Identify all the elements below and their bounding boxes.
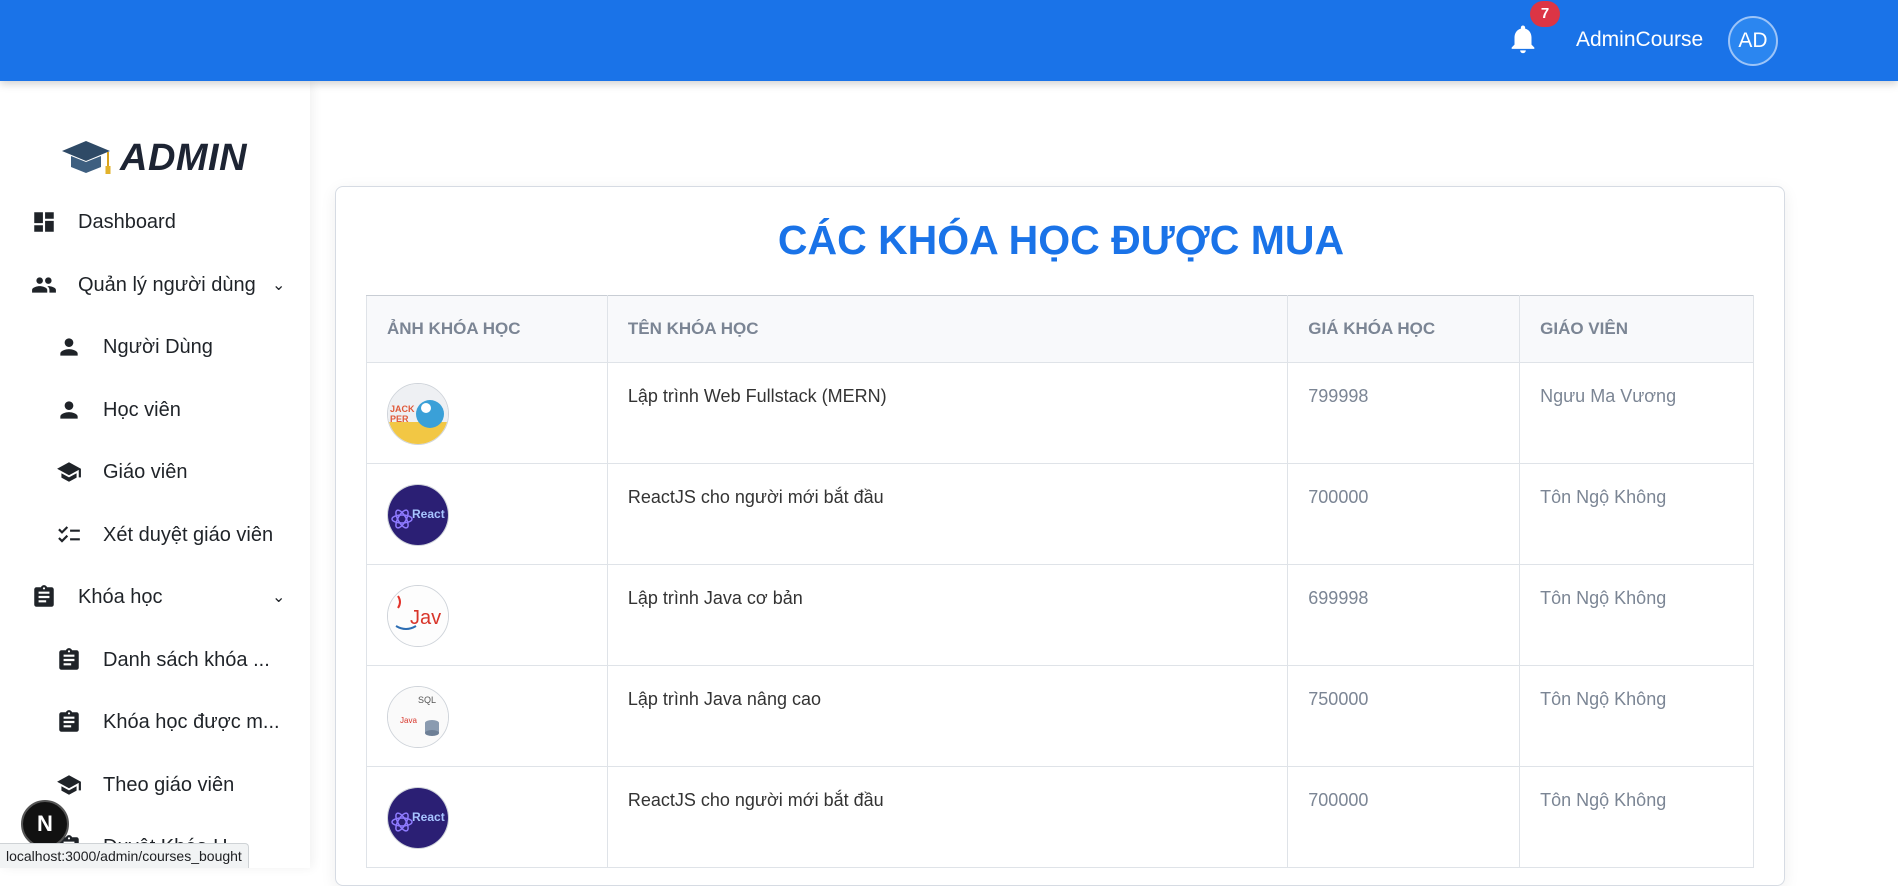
graduation-cap-icon (62, 141, 111, 174)
logo-text: ADMIN (120, 136, 248, 179)
course-teacher: Tôn Ngộ Không (1519, 665, 1754, 767)
course-name: Lập trình Java cơ bản (606, 564, 1289, 666)
sidebar: ADMIN Dashboard Quản lý người dùng ⌄ Ngư… (0, 81, 310, 868)
course-teacher: Tôn Ngộ Không (1519, 564, 1754, 666)
sidebar-item-courses[interactable]: Khóa học ⌄ (0, 576, 300, 618)
sidebar-item-students[interactable]: Học viên (0, 389, 300, 431)
school-icon (55, 458, 83, 486)
page-title: CÁC KHÓA HỌC ĐƯỢC MUA (777, 217, 1345, 263)
course-name: Lập trình Java nâng cao (606, 665, 1289, 767)
checklist-icon (55, 521, 83, 549)
column-header-price: GIÁ KHÓA HỌC (1287, 295, 1521, 363)
sidebar-item-user-management[interactable]: Quản lý người dùng ⌄ (0, 264, 300, 306)
column-header-teacher: GIÁO VIÊN (1519, 295, 1754, 363)
course-image-cell: React (366, 463, 608, 565)
table-row[interactable]: SQL Java Lập trình Java nâng cao 750000 T… (366, 665, 1754, 767)
status-bar-url: localhost:3000/admin/courses_bought (0, 843, 249, 868)
column-header-name: TÊN KHÓA HỌC (606, 295, 1289, 363)
sidebar-item-teachers[interactable]: Giáo viên (0, 451, 300, 493)
course-thumbnail: JACK PER (387, 383, 449, 445)
table-row[interactable]: Jav Lập trình Java cơ bản 699998 Tôn Ngộ… (366, 564, 1754, 666)
course-name: Lập trình Web Fullstack (MERN) (606, 362, 1289, 464)
sidebar-item-course-list[interactable]: Danh sách khóa ... (0, 639, 300, 681)
people-icon (30, 271, 58, 299)
sidebar-item-label: Theo giáo viên (103, 773, 235, 796)
chevron-down-icon[interactable]: ⌄ (272, 275, 285, 295)
top-navbar: 7 AdminCourse AD (0, 0, 1898, 81)
sidebar-item-label: Khóa học (78, 585, 163, 608)
sidebar-item-label: Danh sách khóa ... (103, 648, 270, 671)
table-row[interactable]: React ReactJS cho người mới bắt đầu 7000… (366, 463, 1754, 565)
course-name: ReactJS cho người mới bắt đầu (606, 766, 1289, 868)
sidebar-item-label: Xét duyệt giáo viên (103, 523, 274, 546)
course-image-cell: Jav (366, 564, 608, 666)
course-price: 750000 (1287, 665, 1521, 767)
table-header-row: ẢNH KHÓA HỌC TÊN KHÓA HỌC GIÁ KHÓA HỌC G… (366, 295, 1754, 363)
sidebar-item-label: Quản lý người dùng (78, 273, 256, 296)
sidebar-item-dashboard[interactable]: Dashboard (0, 201, 300, 243)
course-image-cell: React (366, 766, 608, 868)
courses-table: ẢNH KHÓA HỌC TÊN KHÓA HỌC GIÁ KHÓA HỌC G… (366, 295, 1754, 868)
course-price: 700000 (1287, 766, 1521, 868)
dev-tools-button[interactable]: N (21, 800, 69, 848)
sidebar-item-label: Dashboard (78, 210, 176, 233)
notification-badge: 7 (1530, 1, 1560, 27)
dashboard-icon (30, 208, 58, 236)
sidebar-item-teacher-approval[interactable]: Xét duyệt giáo viên (0, 514, 300, 556)
course-price: 699998 (1287, 564, 1521, 666)
person-icon (55, 396, 83, 424)
course-price: 799998 (1287, 362, 1521, 464)
clipboard-icon (55, 646, 83, 674)
column-header-image: ẢNH KHÓA HỌC (366, 295, 608, 363)
table-row[interactable]: React ReactJS cho người mới bắt đầu 7000… (366, 766, 1754, 868)
school-icon (55, 771, 83, 799)
course-thumbnail: Jav (387, 585, 449, 647)
clipboard-icon (30, 583, 58, 611)
course-image-cell: SQL Java (366, 665, 608, 767)
clipboard-icon (55, 708, 83, 736)
sidebar-item-label: Khóa học được m... (103, 710, 280, 733)
svg-text:React: React (412, 507, 445, 521)
course-thumbnail: React (387, 484, 449, 546)
logo[interactable]: ADMIN (58, 133, 247, 183)
svg-text:PER: PER (390, 414, 409, 424)
course-thumbnail: React (387, 787, 449, 849)
svg-text:Java: Java (400, 716, 417, 725)
sidebar-item-label: Giáo viên (103, 460, 188, 483)
notification-bell-icon[interactable] (1506, 22, 1540, 56)
svg-text:SQL: SQL (418, 695, 436, 705)
table-row[interactable]: JACK PER Lập trình Web Fullstack (MERN) 7… (366, 362, 1754, 464)
course-image-cell: JACK PER (366, 362, 608, 464)
sidebar-item-label: Học viên (103, 398, 181, 421)
sidebar-item-users[interactable]: Người Dùng (0, 326, 300, 368)
course-price: 700000 (1287, 463, 1521, 565)
chevron-down-icon[interactable]: ⌄ (272, 587, 285, 607)
sidebar-item-label: Người Dùng (103, 335, 213, 358)
person-icon (55, 333, 83, 361)
course-name: ReactJS cho người mới bắt đầu (606, 463, 1289, 565)
course-thumbnail: SQL Java (387, 686, 449, 748)
svg-text:React: React (412, 810, 445, 824)
sidebar-item-courses-bought[interactable]: Khóa học được m... (0, 701, 300, 743)
courses-bought-card: CÁC KHÓA HỌC ĐƯỢC MUA ẢNH KHÓA HỌC TÊN K… (335, 186, 1785, 886)
svg-text:Jav: Jav (410, 607, 441, 629)
admin-username[interactable]: AdminCourse (1576, 28, 1703, 52)
avatar[interactable]: AD (1728, 16, 1778, 66)
svg-text:JACK: JACK (390, 404, 415, 414)
course-teacher: Ngưu Ma Vương (1519, 362, 1754, 464)
course-teacher: Tôn Ngộ Không (1519, 766, 1754, 868)
course-teacher: Tôn Ngộ Không (1519, 463, 1754, 565)
